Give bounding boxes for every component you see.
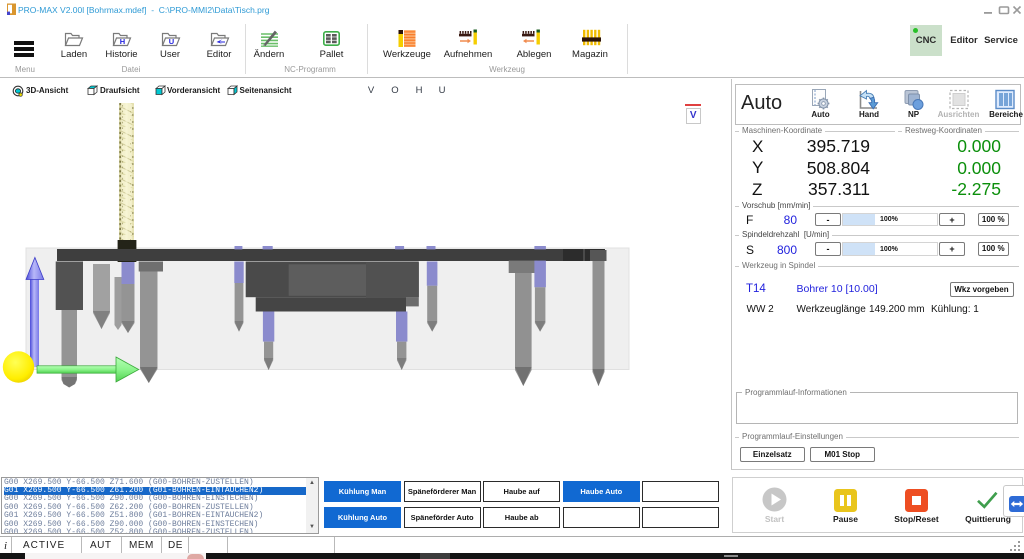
svg-text:H: H — [120, 37, 125, 46]
svg-text:U: U — [168, 37, 173, 46]
